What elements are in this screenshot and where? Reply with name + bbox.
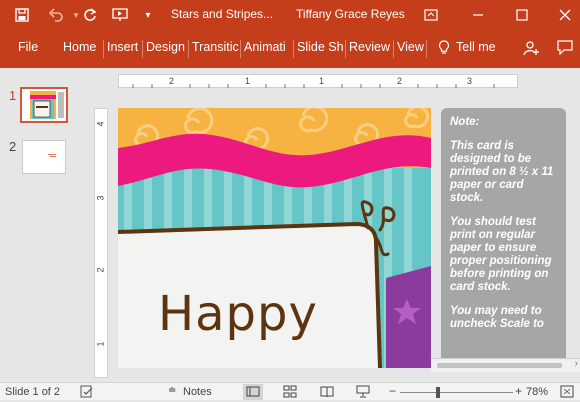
zoom-level[interactable]: 78%	[526, 386, 548, 398]
zoom-out-icon[interactable]: −	[389, 384, 396, 398]
slide-thumbnails-pane: 1 2	[0, 68, 88, 382]
tab-view[interactable]: View	[397, 40, 424, 54]
save-icon[interactable]	[10, 4, 34, 26]
zoom-slider-thumb[interactable]	[436, 387, 440, 398]
ribbon-tabs: File Home Insert Design Transitic Animat…	[0, 30, 580, 68]
tab-slide-show[interactable]: Slide Sh	[297, 40, 344, 54]
comments-icon[interactable]	[557, 40, 573, 58]
notes-icon[interactable]: ≐	[168, 385, 176, 396]
tab-separator	[240, 40, 241, 58]
tab-transitions[interactable]: Transitic	[192, 40, 239, 54]
normal-view-icon[interactable]	[243, 384, 263, 400]
tab-home[interactable]: Home	[63, 40, 96, 54]
slide-thumbnail-2[interactable]	[22, 140, 66, 174]
tab-separator	[103, 40, 104, 58]
vertical-ruler: 4 3 2 1	[94, 108, 108, 378]
tell-me-search[interactable]: Tell me	[456, 40, 496, 54]
ruler-label: 1	[95, 341, 106, 347]
document-title: Stars and Stripes...	[171, 7, 274, 21]
thumbnail-number: 1	[9, 88, 17, 103]
scroll-right-icon[interactable]: ›	[575, 358, 578, 369]
ruler-label: 3	[95, 195, 106, 201]
tab-separator	[142, 40, 143, 58]
maximize-icon[interactable]	[510, 4, 534, 26]
user-name[interactable]: Tiffany Grace Reyes	[296, 7, 405, 21]
reading-view-icon[interactable]	[320, 385, 334, 401]
spell-check-icon[interactable]	[80, 385, 94, 401]
tab-review[interactable]: Review	[349, 40, 390, 54]
tab-insert[interactable]: Insert	[107, 40, 138, 54]
print-note-box[interactable]: Note: This card is designed to be printe…	[441, 108, 566, 368]
slide-show-icon[interactable]	[356, 385, 370, 401]
slide-editing-area: 2 1 1 2 3 4 3 2 1 Happy Note: This card …	[88, 68, 580, 382]
ribbon-display-icon[interactable]	[419, 4, 443, 26]
tab-separator	[426, 40, 427, 58]
ruler-ticks	[132, 84, 495, 88]
scrollbar-thumb[interactable]	[437, 363, 562, 368]
zoom-in-icon[interactable]: +	[515, 384, 522, 398]
tab-design[interactable]: Design	[146, 40, 185, 54]
zoom-slider[interactable]	[400, 392, 513, 393]
start-from-beginning-icon[interactable]	[108, 4, 132, 26]
tab-separator	[188, 40, 189, 58]
customize-qat-icon[interactable]: ▾	[136, 4, 160, 26]
tab-separator	[393, 40, 394, 58]
status-bar: Slide 1 of 2 ≐ Notes − + 78%	[0, 382, 580, 400]
redo-icon[interactable]	[78, 4, 102, 26]
minimize-icon[interactable]	[466, 4, 490, 26]
slide-sorter-icon[interactable]	[283, 385, 297, 401]
tab-animations[interactable]: Animati	[244, 40, 291, 54]
tab-file[interactable]: File	[18, 40, 38, 54]
ruler-label: 4	[95, 121, 106, 127]
slide-thumbnail-1[interactable]	[20, 87, 68, 123]
thumbnail-number: 2	[9, 139, 17, 154]
horizontal-scrollbar[interactable]: ›	[431, 358, 580, 372]
fit-to-window-icon[interactable]	[560, 385, 574, 401]
share-user-icon[interactable]	[523, 40, 539, 59]
tab-separator	[345, 40, 346, 58]
ruler-label: 2	[95, 267, 106, 273]
slide-canvas[interactable]: Happy	[118, 108, 431, 368]
horizontal-ruler: 2 1 1 2 3	[118, 74, 518, 88]
close-icon[interactable]	[553, 4, 577, 26]
note-paragraph-1: This card is designed to be printed on 8…	[450, 140, 554, 204]
lightbulb-icon[interactable]	[438, 40, 450, 58]
slide-counter: Slide 1 of 2	[5, 386, 61, 398]
note-heading: Note:	[450, 116, 480, 128]
tab-separator	[293, 40, 294, 58]
greeting-text[interactable]: Happy	[158, 286, 318, 342]
notes-button[interactable]: Notes	[183, 386, 212, 398]
title-bar: ▾ ▾ Stars and Stripes... Tiffany Grace R…	[0, 0, 580, 30]
note-paragraph-2: You should test print on regular paper t…	[450, 216, 552, 293]
note-paragraph-3: You may need to uncheck Scale to	[450, 305, 544, 330]
